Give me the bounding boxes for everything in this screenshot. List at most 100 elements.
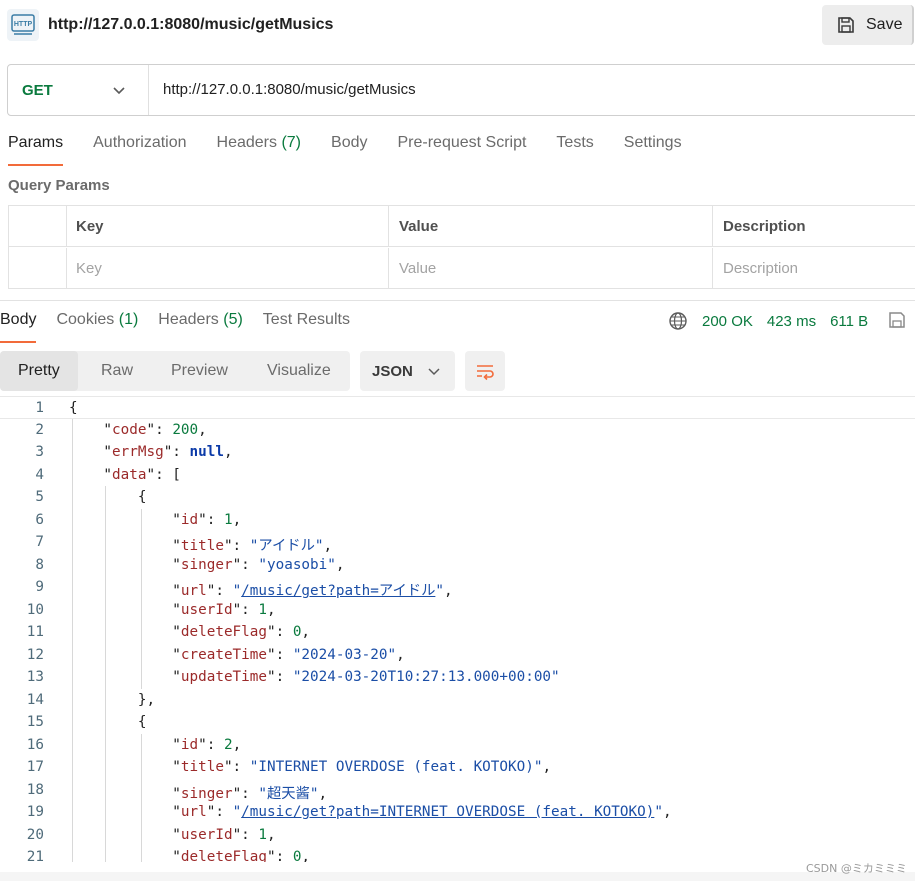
code-text: "updateTime": "2024-03-20T10:27:13.000+0…	[69, 669, 560, 685]
code-text: "title": "アイドル",	[69, 538, 333, 554]
key-input[interactable]: Key	[67, 248, 389, 289]
code-line: 7 "title": "アイドル",	[0, 531, 915, 554]
code-text: {	[69, 489, 147, 505]
save-button[interactable]: Save	[822, 5, 914, 45]
code-line: 10 "userId": 1,	[0, 599, 915, 622]
code-line: 16 "id": 2,	[0, 734, 915, 757]
line-number: 18	[26, 781, 44, 798]
code-line: 4 "data": [	[0, 464, 915, 487]
divider	[0, 300, 915, 301]
response-tab-body[interactable]: Body	[0, 311, 37, 343]
url-bar: GET	[7, 64, 915, 116]
code-text: "url": "/music/get?path=アイドル",	[69, 583, 453, 599]
response-size[interactable]: 611 B	[830, 313, 868, 330]
wrap-lines-icon	[477, 365, 494, 381]
value-input[interactable]: Value	[389, 248, 713, 289]
line-number: 5	[35, 489, 44, 505]
bottom-bar	[0, 872, 915, 881]
view-preview[interactable]: Preview	[171, 351, 228, 391]
status-code[interactable]: 200 OK	[702, 313, 753, 330]
indent-guide	[141, 508, 142, 689]
line-number: 9	[35, 579, 44, 595]
response-status-area: 200 OK 423 ms 611 B	[668, 311, 868, 331]
query-params-label: Query Params	[8, 177, 110, 194]
response-tab-cookies[interactable]: Cookies (1)	[56, 311, 138, 341]
indent-guide	[141, 733, 142, 862]
table-header-row: Key Value Description	[9, 206, 915, 247]
line-number: 3	[35, 444, 44, 460]
view-visualize[interactable]: Visualize	[267, 351, 331, 391]
code-text: "singer": "yoasobi",	[69, 556, 345, 573]
chevron-down-icon[interactable]	[111, 82, 127, 98]
response-body-viewer[interactable]: 1{2 "code": 200, 3 "errMsg": null, 4 "data…	[0, 396, 915, 862]
tab-tests[interactable]: Tests	[556, 134, 593, 164]
save-icon	[838, 17, 854, 33]
code-line: 9 "url": "/music/get?path=アイドル",	[0, 576, 915, 599]
line-number: 11	[26, 624, 44, 640]
code-line: 6 "id": 1,	[0, 509, 915, 532]
code-line: 21 "deleteFlag": 0,	[0, 846, 915, 862]
line-number: 20	[26, 826, 44, 843]
indent-guide	[105, 486, 106, 862]
table-row: Key Value Description	[9, 248, 915, 289]
code-line: 13 "updateTime": "2024-03-20T10:27:13.00…	[0, 666, 915, 689]
svg-text:HTTP: HTTP	[14, 21, 33, 28]
response-time[interactable]: 423 ms	[767, 313, 816, 330]
code-text: "singer": "超天酱",	[69, 785, 328, 802]
line-number: 1	[35, 400, 44, 416]
code-line: 14 },	[0, 689, 915, 712]
code-text: "createTime": "2024-03-20",	[69, 646, 405, 663]
view-pretty[interactable]: Pretty	[0, 351, 78, 391]
tab-settings[interactable]: Settings	[624, 134, 682, 164]
headers-count: (7)	[281, 134, 302, 151]
line-number: 8	[35, 556, 44, 573]
line-number: 12	[26, 646, 44, 663]
code-text: "id": 1,	[69, 511, 242, 528]
row-checkbox-cell	[9, 248, 67, 289]
line-number: 21	[26, 849, 44, 862]
code-text: },	[69, 691, 156, 708]
response-tab-test-results[interactable]: Test Results	[263, 311, 350, 341]
method-select[interactable]: GET	[22, 82, 53, 99]
view-raw[interactable]: Raw	[101, 351, 133, 391]
tab-pre-request-script[interactable]: Pre-request Script	[397, 134, 526, 164]
line-number: 2	[35, 421, 44, 438]
http-icon: HTTP	[7, 9, 39, 41]
line-number: 4	[35, 466, 44, 483]
response-tab-headers[interactable]: Headers (5)	[158, 311, 243, 341]
code-text: {	[69, 400, 78, 416]
line-number: 17	[26, 759, 44, 775]
code-text: "errMsg": null,	[69, 444, 233, 460]
format-label: JSON	[372, 362, 413, 380]
globe-icon[interactable]	[668, 311, 688, 331]
indent-guide	[72, 418, 73, 862]
view-mode-group: Pretty Raw Preview Visualize	[0, 351, 350, 391]
column-header-key: Key	[67, 206, 389, 247]
line-number: 14	[26, 691, 44, 708]
format-select[interactable]: JSON	[360, 351, 455, 391]
line-number: 7	[35, 534, 44, 550]
tab-params[interactable]: Params	[8, 134, 64, 166]
response-headers-count: (5)	[223, 311, 243, 328]
wrap-lines-button[interactable]	[465, 351, 505, 391]
code-text: {	[69, 714, 147, 730]
code-text: "id": 2,	[69, 736, 242, 753]
line-number: 10	[26, 601, 44, 618]
description-input[interactable]: Description	[713, 248, 915, 289]
line-number: 6	[35, 511, 44, 528]
method-divider	[148, 65, 149, 115]
tab-headers[interactable]: Headers (7)	[217, 134, 302, 164]
line-number: 15	[26, 714, 44, 730]
response-tabs: Body Cookies (1) Headers (5) Test Result…	[0, 311, 370, 343]
code-text: "userId": 1,	[69, 601, 276, 618]
request-title[interactable]: http://127.0.0.1:8080/music/getMusics	[48, 16, 333, 34]
tab-authorization[interactable]: Authorization	[93, 134, 186, 164]
code-text: "url": "/music/get?path=INTERNET OVERDOS…	[69, 804, 672, 820]
url-input[interactable]	[163, 81, 763, 98]
code-line: 19 "url": "/music/get?path=INTERNET OVER…	[0, 801, 915, 824]
save-response-icon[interactable]	[887, 310, 907, 330]
code-line: 3 "errMsg": null,	[0, 441, 915, 464]
chevron-down-icon	[428, 368, 440, 376]
tab-body[interactable]: Body	[331, 134, 367, 164]
watermark: CSDN @ミカミミミ	[806, 862, 907, 875]
